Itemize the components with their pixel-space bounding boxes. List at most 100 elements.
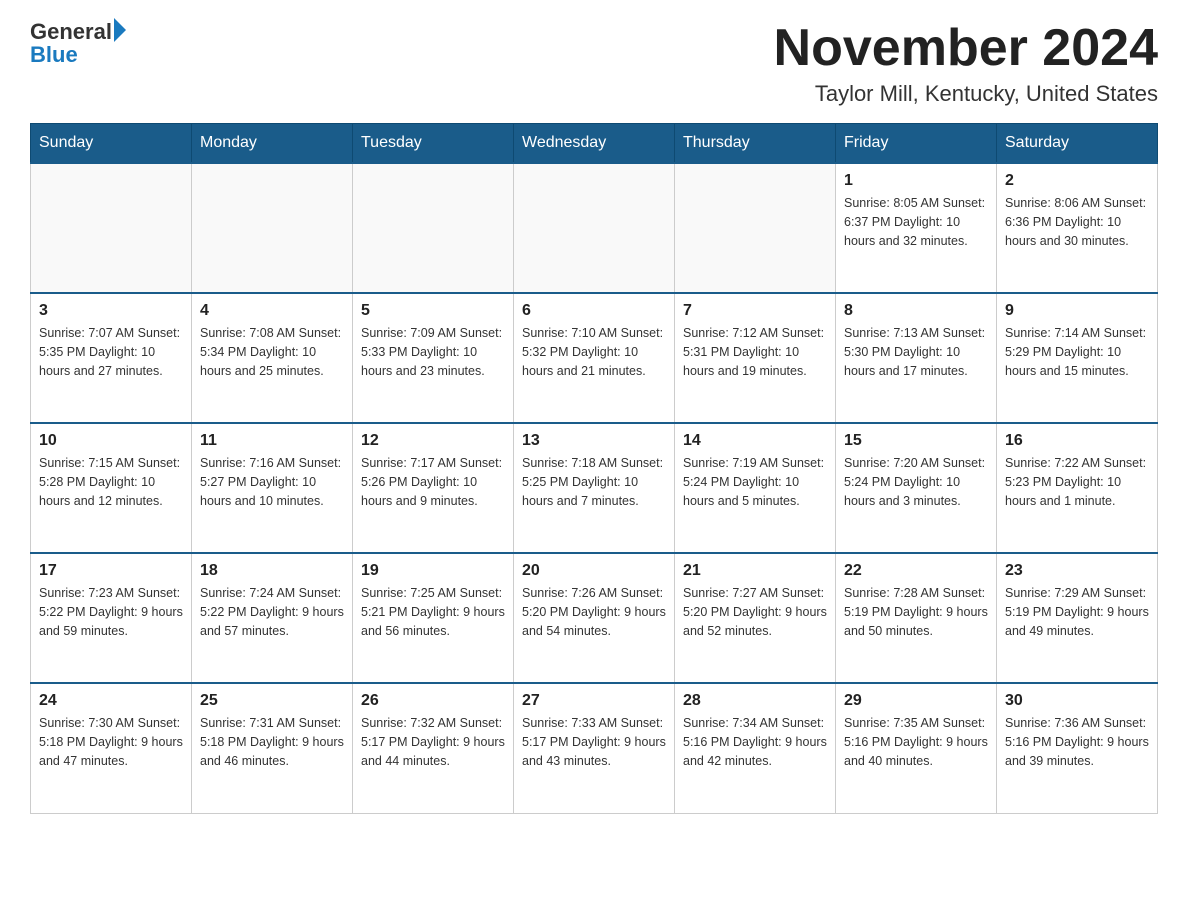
day-info: Sunrise: 7:30 AM Sunset: 5:18 PM Dayligh… bbox=[39, 714, 183, 770]
calendar-cell: 9 Sunrise: 7:14 AM Sunset: 5:29 PM Daylig… bbox=[997, 293, 1158, 423]
day-number: 17 bbox=[39, 562, 183, 580]
header-row: Sunday Monday Tuesday Wednesday Thursday… bbox=[31, 124, 1158, 164]
day-info: Sunrise: 7:25 AM Sunset: 5:21 PM Dayligh… bbox=[361, 584, 505, 640]
calendar-cell: 16Sunrise: 7:22 AM Sunset: 5:23 PM Dayli… bbox=[997, 423, 1158, 553]
calendar-cell bbox=[192, 163, 353, 293]
day-info: Sunrise: 7:17 AM Sunset: 5:26 PM Dayligh… bbox=[361, 454, 505, 510]
day-number: 7 bbox=[683, 302, 827, 320]
day-info: Sunrise: 7:09 AM Sunset: 5:33 PM Dayligh… bbox=[361, 324, 505, 380]
calendar-cell: 21Sunrise: 7:27 AM Sunset: 5:20 PM Dayli… bbox=[675, 553, 836, 683]
calendar-cell: 25Sunrise: 7:31 AM Sunset: 5:18 PM Dayli… bbox=[192, 683, 353, 813]
day-number: 19 bbox=[361, 562, 505, 580]
calendar-title: November 2024 bbox=[774, 20, 1158, 77]
day-info: Sunrise: 7:13 AM Sunset: 5:30 PM Dayligh… bbox=[844, 324, 988, 380]
day-info: Sunrise: 7:16 AM Sunset: 5:27 PM Dayligh… bbox=[200, 454, 344, 510]
header-sunday: Sunday bbox=[31, 124, 192, 164]
calendar-cell: 20 Sunrise: 7:26 AM Sunset: 5:20 PM Dayli… bbox=[514, 553, 675, 683]
day-number: 1 bbox=[844, 172, 988, 190]
calendar-cell: 29 Sunrise: 7:35 AM Sunset: 5:16 PM Dayli… bbox=[836, 683, 997, 813]
calendar-cell: 7 Sunrise: 7:12 AM Sunset: 5:31 PM Daylig… bbox=[675, 293, 836, 423]
day-number: 2 bbox=[1005, 172, 1149, 190]
calendar-cell: 24 Sunrise: 7:30 AM Sunset: 5:18 PM Dayli… bbox=[31, 683, 192, 813]
day-number: 8 bbox=[844, 302, 988, 320]
day-number: 14 bbox=[683, 432, 827, 450]
day-number: 26 bbox=[361, 692, 505, 710]
day-number: 29 bbox=[844, 692, 988, 710]
calendar-cell bbox=[353, 163, 514, 293]
day-number: 10 bbox=[39, 432, 183, 450]
calendar-week-1: 1 Sunrise: 8:05 AM Sunset: 6:37 PM Daylig… bbox=[31, 163, 1158, 293]
day-number: 5 bbox=[361, 302, 505, 320]
calendar-cell: 22 Sunrise: 7:28 AM Sunset: 5:19 PM Dayli… bbox=[836, 553, 997, 683]
day-number: 4 bbox=[200, 302, 344, 320]
calendar-week-4: 17 Sunrise: 7:23 AM Sunset: 5:22 PM Dayli… bbox=[31, 553, 1158, 683]
calendar-cell: 12 Sunrise: 7:17 AM Sunset: 5:26 PM Dayli… bbox=[353, 423, 514, 553]
day-number: 27 bbox=[522, 692, 666, 710]
calendar-week-2: 3 Sunrise: 7:07 AM Sunset: 5:35 PM Daylig… bbox=[31, 293, 1158, 423]
day-info: Sunrise: 8:05 AM Sunset: 6:37 PM Dayligh… bbox=[844, 194, 988, 250]
calendar-cell: 15Sunrise: 7:20 AM Sunset: 5:24 PM Dayli… bbox=[836, 423, 997, 553]
calendar-cell: 6 Sunrise: 7:10 AM Sunset: 5:32 PM Daylig… bbox=[514, 293, 675, 423]
calendar-header: Sunday Monday Tuesday Wednesday Thursday… bbox=[31, 124, 1158, 164]
day-number: 28 bbox=[683, 692, 827, 710]
header-monday: Monday bbox=[192, 124, 353, 164]
title-block: November 2024 Taylor Mill, Kentucky, Uni… bbox=[774, 20, 1158, 107]
calendar-cell: 13Sunrise: 7:18 AM Sunset: 5:25 PM Dayli… bbox=[514, 423, 675, 553]
day-info: Sunrise: 7:33 AM Sunset: 5:17 PM Dayligh… bbox=[522, 714, 666, 770]
calendar-cell: 26 Sunrise: 7:32 AM Sunset: 5:17 PM Dayli… bbox=[353, 683, 514, 813]
calendar-cell: 23 Sunrise: 7:29 AM Sunset: 5:19 PM Dayli… bbox=[997, 553, 1158, 683]
day-info: Sunrise: 7:23 AM Sunset: 5:22 PM Dayligh… bbox=[39, 584, 183, 640]
logo: General Blue bbox=[30, 20, 126, 66]
day-info: Sunrise: 7:08 AM Sunset: 5:34 PM Dayligh… bbox=[200, 324, 344, 380]
day-number: 20 bbox=[522, 562, 666, 580]
day-info: Sunrise: 7:35 AM Sunset: 5:16 PM Dayligh… bbox=[844, 714, 988, 770]
day-info: Sunrise: 7:20 AM Sunset: 5:24 PM Dayligh… bbox=[844, 454, 988, 510]
header-wednesday: Wednesday bbox=[514, 124, 675, 164]
calendar-cell: 4 Sunrise: 7:08 AM Sunset: 5:34 PM Daylig… bbox=[192, 293, 353, 423]
calendar-subtitle: Taylor Mill, Kentucky, United States bbox=[774, 81, 1158, 107]
calendar-cell: 28 Sunrise: 7:34 AM Sunset: 5:16 PM Dayli… bbox=[675, 683, 836, 813]
calendar-cell: 1 Sunrise: 8:05 AM Sunset: 6:37 PM Daylig… bbox=[836, 163, 997, 293]
day-number: 11 bbox=[200, 432, 344, 450]
header-saturday: Saturday bbox=[997, 124, 1158, 164]
calendar-cell: 10Sunrise: 7:15 AM Sunset: 5:28 PM Dayli… bbox=[31, 423, 192, 553]
day-number: 3 bbox=[39, 302, 183, 320]
calendar-week-5: 24 Sunrise: 7:30 AM Sunset: 5:18 PM Dayli… bbox=[31, 683, 1158, 813]
day-info: Sunrise: 7:12 AM Sunset: 5:31 PM Dayligh… bbox=[683, 324, 827, 380]
day-info: Sunrise: 7:27 AM Sunset: 5:20 PM Dayligh… bbox=[683, 584, 827, 640]
day-number: 23 bbox=[1005, 562, 1149, 580]
logo-general-text: General bbox=[30, 21, 112, 43]
calendar-week-3: 10Sunrise: 7:15 AM Sunset: 5:28 PM Dayli… bbox=[31, 423, 1158, 553]
day-info: Sunrise: 7:32 AM Sunset: 5:17 PM Dayligh… bbox=[361, 714, 505, 770]
calendar-cell: 5 Sunrise: 7:09 AM Sunset: 5:33 PM Daylig… bbox=[353, 293, 514, 423]
calendar-table: Sunday Monday Tuesday Wednesday Thursday… bbox=[30, 123, 1158, 814]
calendar-cell: 2 Sunrise: 8:06 AM Sunset: 6:36 PM Daylig… bbox=[997, 163, 1158, 293]
day-number: 12 bbox=[361, 432, 505, 450]
calendar-cell: 14 Sunrise: 7:19 AM Sunset: 5:24 PM Dayli… bbox=[675, 423, 836, 553]
calendar-cell: 8 Sunrise: 7:13 AM Sunset: 5:30 PM Daylig… bbox=[836, 293, 997, 423]
day-number: 22 bbox=[844, 562, 988, 580]
day-info: Sunrise: 7:10 AM Sunset: 5:32 PM Dayligh… bbox=[522, 324, 666, 380]
day-info: Sunrise: 7:36 AM Sunset: 5:16 PM Dayligh… bbox=[1005, 714, 1149, 770]
day-number: 13 bbox=[522, 432, 666, 450]
day-info: Sunrise: 7:29 AM Sunset: 5:19 PM Dayligh… bbox=[1005, 584, 1149, 640]
calendar-body: 1 Sunrise: 8:05 AM Sunset: 6:37 PM Daylig… bbox=[31, 163, 1158, 813]
day-info: Sunrise: 7:19 AM Sunset: 5:24 PM Dayligh… bbox=[683, 454, 827, 510]
day-info: Sunrise: 7:14 AM Sunset: 5:29 PM Dayligh… bbox=[1005, 324, 1149, 380]
page-header: General Blue November 2024 Taylor Mill, … bbox=[30, 20, 1158, 107]
day-info: Sunrise: 7:34 AM Sunset: 5:16 PM Dayligh… bbox=[683, 714, 827, 770]
day-info: Sunrise: 7:22 AM Sunset: 5:23 PM Dayligh… bbox=[1005, 454, 1149, 510]
calendar-cell: 11 Sunrise: 7:16 AM Sunset: 5:27 PM Dayli… bbox=[192, 423, 353, 553]
day-info: Sunrise: 7:26 AM Sunset: 5:20 PM Dayligh… bbox=[522, 584, 666, 640]
calendar-cell: 19 Sunrise: 7:25 AM Sunset: 5:21 PM Dayli… bbox=[353, 553, 514, 683]
day-number: 18 bbox=[200, 562, 344, 580]
day-number: 24 bbox=[39, 692, 183, 710]
day-info: Sunrise: 8:06 AM Sunset: 6:36 PM Dayligh… bbox=[1005, 194, 1149, 250]
day-info: Sunrise: 7:07 AM Sunset: 5:35 PM Dayligh… bbox=[39, 324, 183, 380]
calendar-cell bbox=[675, 163, 836, 293]
day-number: 25 bbox=[200, 692, 344, 710]
day-info: Sunrise: 7:28 AM Sunset: 5:19 PM Dayligh… bbox=[844, 584, 988, 640]
header-friday: Friday bbox=[836, 124, 997, 164]
day-number: 9 bbox=[1005, 302, 1149, 320]
day-number: 6 bbox=[522, 302, 666, 320]
